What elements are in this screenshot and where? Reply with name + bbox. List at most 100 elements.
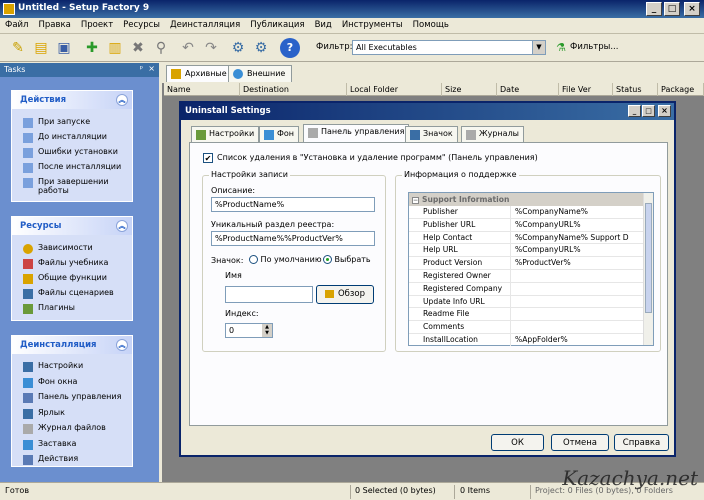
property-row[interactable]: Update Info URL <box>409 295 645 309</box>
task-item[interactable]: Зависимости <box>12 241 132 256</box>
pin-icon[interactable]: ᵖ <box>140 64 143 73</box>
close-button[interactable]: × <box>684 2 700 16</box>
menu-tools[interactable]: Инструменты <box>337 18 408 32</box>
column-local-folder[interactable]: Local Folder <box>347 83 442 96</box>
undo-icon[interactable]: ↶ <box>178 38 198 58</box>
radio-select[interactable]: Выбрать <box>323 255 371 264</box>
dialog-maximize-button[interactable]: □ <box>642 105 655 117</box>
property-row[interactable]: Help URL %CompanyURL% <box>409 244 645 258</box>
task-item[interactable]: Панель управления <box>12 390 132 406</box>
task-group-header[interactable]: Деинсталляция ︽ <box>12 336 132 354</box>
filter-icon[interactable]: ⚗ <box>551 38 571 58</box>
property-row[interactable]: Registered Owner <box>409 270 645 283</box>
task-item[interactable]: Заставка <box>12 437 132 453</box>
property-grid-scrollbar[interactable] <box>643 193 653 345</box>
collapse-icon[interactable]: ︽ <box>116 339 128 351</box>
help-icon[interactable]: ? <box>280 38 300 58</box>
ok-button[interactable]: ОК <box>491 434 544 451</box>
collapse-icon[interactable]: − <box>412 197 419 204</box>
cancel-button[interactable]: Отмена <box>551 434 609 451</box>
property-row[interactable]: Product Version %ProductVer% <box>409 257 645 270</box>
property-value[interactable] <box>512 270 645 282</box>
tab-external[interactable]: Внешние <box>228 65 293 82</box>
menu-help[interactable]: Помощь <box>408 18 454 32</box>
menu-view[interactable]: Вид <box>310 18 337 32</box>
registry-key-field[interactable]: %ProductName%%ProductVer% <box>211 231 375 246</box>
property-row[interactable]: Comments <box>409 321 645 334</box>
task-item[interactable]: Файлы сценариев <box>12 286 132 301</box>
dialog-close-button[interactable]: × <box>658 105 671 117</box>
task-item[interactable]: Настройки <box>12 359 132 375</box>
column-name[interactable]: Name <box>164 83 240 96</box>
collapse-icon[interactable]: ︽ <box>116 94 128 106</box>
column-size[interactable]: Size <box>442 83 497 96</box>
tab-icon[interactable]: Значок <box>405 126 458 142</box>
task-item[interactable]: При запуске <box>12 115 132 130</box>
tab-settings[interactable]: Настройки <box>191 126 260 142</box>
task-item[interactable]: Плагины <box>12 301 132 316</box>
tab-control-panel[interactable]: Панель управления <box>303 124 410 143</box>
property-row[interactable]: InstallLocation %AppFolder% <box>409 334 645 347</box>
menu-uninstall[interactable]: Деинсталляция <box>165 18 245 32</box>
property-value[interactable]: %CompanyURL% <box>512 244 645 256</box>
chevron-down-icon[interactable]: ▼ <box>532 41 545 54</box>
column-package[interactable]: Package <box>658 83 704 96</box>
property-value[interactable]: %CompanyName% Support D <box>512 232 645 244</box>
property-value[interactable]: %CompanyURL% <box>512 219 645 231</box>
delete-icon[interactable]: ✖ <box>128 38 148 58</box>
property-row[interactable]: Readme File <box>409 308 645 322</box>
task-item[interactable]: Ярлык <box>12 406 132 422</box>
spinner-arrows-icon[interactable]: ▲ ▼ <box>262 324 272 337</box>
property-row[interactable]: Publisher URL %CompanyURL% <box>409 218 645 232</box>
add-folder-icon[interactable]: ▥ <box>105 38 125 58</box>
property-row[interactable]: Help Contact %CompanyName% Support D <box>409 231 645 245</box>
menu-edit[interactable]: Правка <box>33 18 75 32</box>
redo-icon[interactable]: ↷ <box>201 38 221 58</box>
browse-button[interactable]: Обзор <box>316 285 374 304</box>
index-spinner[interactable]: 0 ▲ ▼ <box>225 323 273 338</box>
column-file-ver[interactable]: File Ver <box>559 83 613 96</box>
column-date[interactable]: Date <box>497 83 559 96</box>
property-row[interactable]: Publisher %CompanyName% <box>409 206 645 219</box>
task-item[interactable]: Ошибки установки <box>12 145 132 160</box>
property-row[interactable]: Registered Company <box>409 282 645 296</box>
maximize-button[interactable]: □ <box>664 2 680 16</box>
property-value[interactable] <box>512 308 645 320</box>
task-item[interactable]: Фон окна <box>12 375 132 391</box>
collapse-icon[interactable]: ︽ <box>116 220 128 232</box>
task-group-header[interactable]: Действия ︽ <box>12 91 132 109</box>
property-value[interactable]: %ProductVer% <box>512 257 645 269</box>
task-group-header[interactable]: Ресурсы ︽ <box>12 217 132 235</box>
column-status[interactable]: Status <box>613 83 658 96</box>
save-icon[interactable]: ▣ <box>54 38 74 58</box>
property-value[interactable] <box>512 283 645 295</box>
settings-gear-icon[interactable]: ⚙ <box>251 38 271 58</box>
radio-default[interactable]: По умолчанию <box>249 255 322 264</box>
list-in-control-panel-checkbox[interactable]: ✔ <box>203 153 213 163</box>
filter-combo[interactable]: All Executables ▼ <box>352 40 546 55</box>
column-destination[interactable]: Destination <box>240 83 347 96</box>
menu-resources[interactable]: Ресурсы <box>118 18 165 32</box>
new-project-icon[interactable]: ✎ <box>8 38 28 58</box>
filters-button[interactable]: Фильтры... <box>570 42 618 52</box>
property-value[interactable]: %CompanyName% <box>512 206 645 218</box>
task-item[interactable]: При завершении работы <box>12 175 132 197</box>
menu-file[interactable]: Файл <box>0 18 33 32</box>
dialog-minimize-button[interactable]: _ <box>628 105 641 117</box>
support-property-grid[interactable]: − Support Information Publisher %CompanyNa… <box>408 192 654 346</box>
icon-path-field[interactable] <box>225 286 313 303</box>
task-item[interactable]: До инсталляции <box>12 130 132 145</box>
tab-background[interactable]: Фон <box>259 126 300 142</box>
property-value[interactable] <box>512 296 645 308</box>
description-field[interactable]: %ProductName% <box>211 197 375 212</box>
task-item[interactable]: Файлы учебника <box>12 256 132 271</box>
task-item[interactable]: Действия <box>12 452 132 468</box>
tab-archive[interactable]: Архивные <box>166 65 234 82</box>
menu-project[interactable]: Проект <box>76 18 118 32</box>
build-gear-icon[interactable]: ⚙ <box>228 38 248 58</box>
scrollbar-thumb[interactable] <box>645 203 652 313</box>
property-value[interactable] <box>512 321 645 333</box>
open-folder-icon[interactable]: ▤ <box>31 38 51 58</box>
task-item[interactable]: Журнал файлов <box>12 421 132 437</box>
task-item[interactable]: Общие функции <box>12 271 132 286</box>
